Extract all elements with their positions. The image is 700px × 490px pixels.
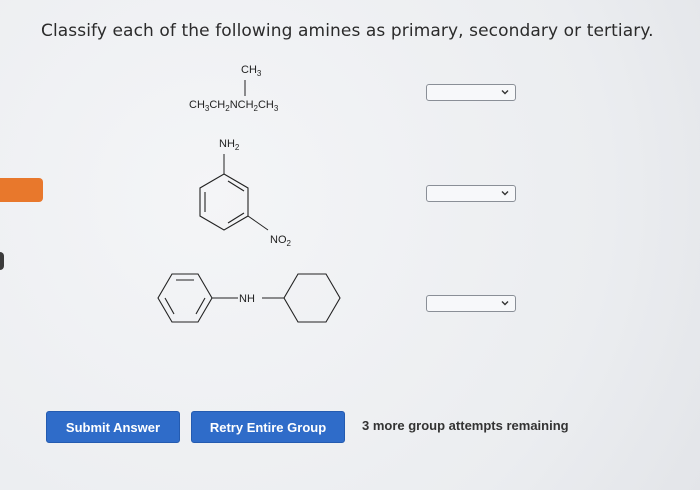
s2-inner-bond-2 <box>227 212 245 224</box>
structure-1: CH3 CH3CH2NCH2CH3 <box>189 64 279 113</box>
s3-cyclohexane-ring <box>283 273 341 323</box>
s2-sub-group: NO2 <box>270 234 292 248</box>
retry-group-button[interactable]: Retry Entire Group <box>191 411 345 443</box>
s2-benzene-ring <box>199 173 249 231</box>
s2-inner-bond-3 <box>227 180 245 192</box>
classification-select-3[interactable] <box>426 295 516 312</box>
s3-placeholder <box>162 276 214 322</box>
s1-top-group: CH3 <box>241 64 262 78</box>
s1-chain: CH3CH2NCH2CH3 <box>189 99 279 113</box>
chevron-down-icon <box>501 90 509 95</box>
structure-3: NH <box>157 273 341 323</box>
chevron-down-icon <box>501 191 509 196</box>
s2-top-group: NH2 <box>219 138 240 152</box>
page-background: Classify each of the following amines as… <box>0 0 700 490</box>
classification-select-1[interactable] <box>426 84 516 101</box>
s2-bond-sub <box>247 215 269 231</box>
submit-answer-button[interactable]: Submit Answer <box>46 411 180 443</box>
chevron-down-icon <box>501 301 509 306</box>
classification-select-2[interactable] <box>426 185 516 202</box>
attempts-remaining-text: 3 more group attempts remaining <box>362 418 569 433</box>
s3-benzene-ring <box>157 273 213 323</box>
structure-2: NH2 NO2 <box>199 138 292 248</box>
s3-link-label: NH <box>239 293 255 305</box>
